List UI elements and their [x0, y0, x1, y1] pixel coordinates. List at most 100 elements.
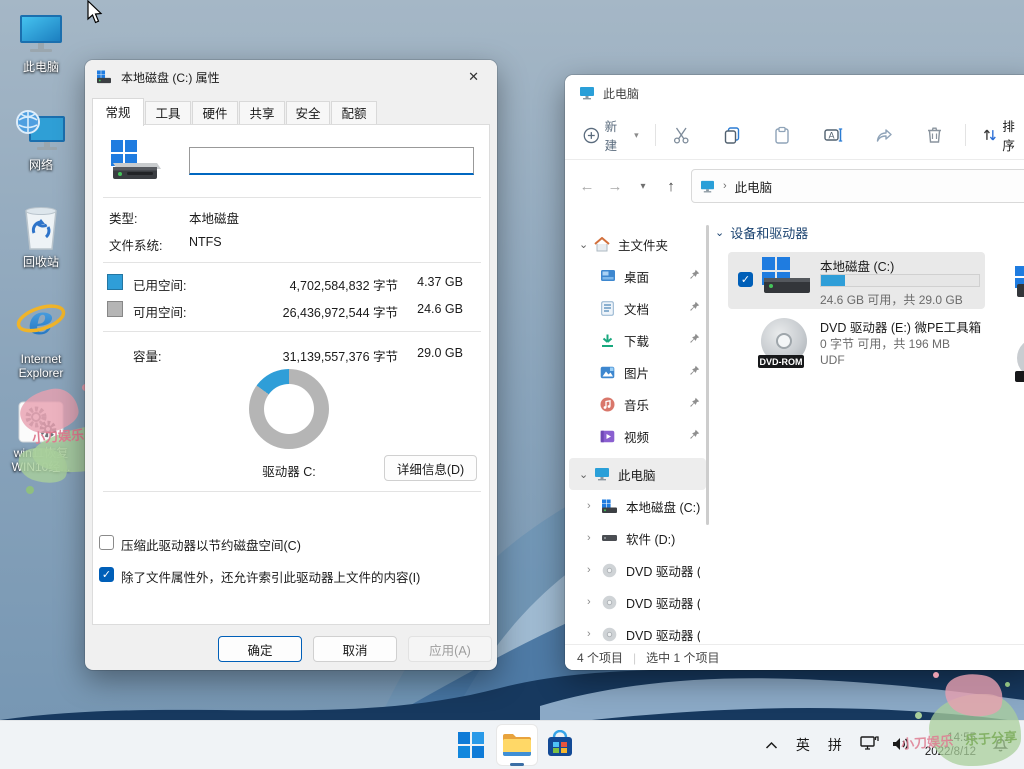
start-button[interactable] [456, 730, 486, 760]
network-icon[interactable] [860, 735, 880, 755]
tab-tools[interactable]: 工具 [145, 101, 191, 125]
pin-icon [689, 333, 700, 347]
close-button[interactable]: ✕ [460, 67, 487, 87]
free-space-size: 24.6 GB [393, 302, 463, 316]
tile-checkbox[interactable]: ✓ [738, 272, 753, 287]
group-header-label: 设备和驱动器 [730, 223, 808, 242]
compress-checkbox[interactable] [99, 535, 114, 550]
back-button[interactable]: ← [573, 178, 601, 195]
tab-general[interactable]: 常规 [92, 98, 144, 126]
chevron-collapsed-icon[interactable]: › [587, 500, 601, 512]
ime-language-indicator[interactable]: 英 [796, 735, 810, 755]
sidebar-scrollbar[interactable] [706, 225, 709, 525]
cut-button[interactable] [664, 120, 699, 151]
sort-button-label: 排序 [1002, 116, 1024, 154]
cut-icon [672, 126, 691, 145]
copy-button[interactable] [715, 120, 749, 150]
sidebar-item-label: 图片 [624, 363, 649, 382]
sidebar-item-drive-e[interactable]: › DVD 驱动器 (E:) [569, 554, 706, 586]
sidebar-item-documents[interactable]: 文档 [569, 292, 706, 324]
gears-icon [15, 398, 67, 446]
volume-icon[interactable] [891, 736, 910, 755]
tab-quota[interactable]: 配额 [331, 101, 377, 125]
index-checkbox[interactable]: ✓ [99, 567, 114, 582]
capacity-label: 容量: [133, 346, 161, 365]
chevron-expanded-icon[interactable]: ⌄ [579, 238, 593, 251]
sidebar-item-videos[interactable]: 视频 [569, 420, 706, 452]
hdd-windows-icon [601, 498, 618, 515]
free-space-swatch [107, 301, 123, 317]
taskbar-clock[interactable]: 14:55 2022/8/12 [925, 731, 976, 759]
cancel-button[interactable]: 取消 [313, 636, 397, 662]
ok-button[interactable]: 确定 [218, 636, 302, 662]
sidebar-item-this-pc[interactable]: ⌄ 此电脑 [569, 458, 706, 490]
partial-dvd-icon [1015, 337, 1024, 383]
dialog-titlebar[interactable]: 本地磁盘 (C:) 属性 ✕ [85, 60, 497, 94]
breadcrumb[interactable]: › 此电脑 [691, 169, 1024, 203]
new-button-label: 新建 [605, 116, 630, 154]
forward-button[interactable]: → [601, 178, 629, 195]
explorer-titlebar[interactable]: 此电脑 [565, 75, 1024, 111]
file-explorer-taskbar-button[interactable] [496, 724, 538, 766]
tab-sharing[interactable]: 共享 [239, 101, 285, 125]
new-button[interactable]: 新建 ▾ [575, 110, 647, 160]
sort-button[interactable]: 排序 [974, 110, 1024, 160]
chevron-collapsed-icon[interactable]: › [587, 596, 601, 608]
sidebar-item-label: 下载 [624, 331, 649, 350]
up-button[interactable]: ↑ [657, 178, 685, 195]
sidebar-item-pictures[interactable]: 图片 [569, 356, 706, 388]
chevron-collapsed-icon[interactable]: › [587, 628, 601, 640]
sidebar-item-drive-f[interactable]: › DVD 驱动器 (F:) [569, 586, 706, 618]
drive-usage-bar [820, 274, 980, 287]
drive-tile-dvd-e[interactable]: DVD-ROM DVD 驱动器 (E:) 微PE工具箱 0 字节 可用，共 19… [728, 313, 985, 373]
sidebar-item-drive-d[interactable]: › 软件 (D:) [569, 522, 706, 554]
sidebar-item-music[interactable]: 音乐 [569, 388, 706, 420]
tray-chevron-up-icon[interactable] [765, 738, 778, 753]
used-space-swatch [107, 274, 123, 290]
desktop-folder-icon [599, 268, 616, 285]
paste-icon [773, 126, 791, 144]
notification-bell-icon[interactable]: z [991, 735, 1010, 755]
details-button[interactable]: 详细信息(D) [384, 455, 477, 481]
delete-button[interactable] [918, 120, 951, 150]
index-checkbox-label[interactable]: 除了文件属性外，还允许索引此驱动器上文件的内容(I) [121, 567, 420, 586]
paste-button[interactable] [765, 120, 799, 150]
recent-locations-button[interactable]: ▾ [629, 181, 657, 192]
clock-time: 14:55 [925, 731, 976, 745]
chevron-collapsed-icon[interactable]: › [587, 564, 601, 576]
microsoft-store-taskbar-button[interactable] [544, 729, 576, 761]
share-button[interactable] [867, 121, 902, 150]
documents-icon [599, 300, 616, 317]
sidebar-item-downloads[interactable]: 下载 [569, 324, 706, 356]
taskbar: 英 拼 14:55 2022/8/12 z [0, 720, 1024, 769]
sidebar-item-home[interactable]: ⌄ 主文件夹 [569, 228, 706, 260]
desktop-icon-internet-explorer[interactable]: e Internet Explorer [2, 290, 80, 380]
tab-hardware[interactable]: 硬件 [192, 101, 238, 125]
chevron-expanded-icon[interactable]: ⌄ [579, 468, 593, 481]
recycle-bin-icon [15, 205, 67, 253]
compress-checkbox-label[interactable]: 压缩此驱动器以节约磁盘空间(C) [121, 535, 301, 554]
group-header[interactable]: ⌄ 设备和驱动器 [715, 223, 808, 242]
drive-usage-fill [821, 275, 845, 286]
rename-button[interactable]: A [815, 120, 851, 150]
ime-mode-indicator[interactable]: 拼 [828, 735, 842, 755]
sidebar-item-desktop[interactable]: 桌面 [569, 260, 706, 292]
desktop-icon-this-pc[interactable]: 此电脑 [2, 10, 80, 74]
hdd-windows-icon [758, 256, 814, 296]
sidebar-item-drive-c[interactable]: › 本地磁盘 (C:) [569, 490, 706, 522]
apply-button[interactable]: 应用(A) [408, 636, 492, 662]
drive-tile-c[interactable]: ✓ 本地磁盘 (C:) 24.6 GB 可用，共 29.0 GB [728, 252, 985, 309]
pin-icon [689, 365, 700, 379]
tab-security[interactable]: 安全 [286, 101, 330, 125]
volume-label-input[interactable] [189, 147, 474, 175]
chevron-collapsed-icon[interactable]: › [587, 532, 601, 544]
desktop-icon-win11-restore[interactable]: win11恢复 WIN10经... [2, 398, 80, 474]
sidebar-item-label: 本地磁盘 (C:) [626, 497, 700, 516]
type-value: 本地磁盘 [189, 208, 239, 227]
desktop-icon-label: 回收站 [2, 255, 80, 269]
used-space-size: 4.37 GB [393, 275, 463, 289]
desktop-icon-network[interactable]: 网络 [2, 108, 80, 172]
sidebar-item-drive-overflow[interactable]: › DVD 驱动器 (F:) [569, 618, 706, 645]
desktop-icon-recycle-bin[interactable]: 回收站 [2, 205, 80, 269]
explorer-sidebar: ⌄ 主文件夹 桌面 文档 下载 图片 音乐 [565, 213, 710, 645]
